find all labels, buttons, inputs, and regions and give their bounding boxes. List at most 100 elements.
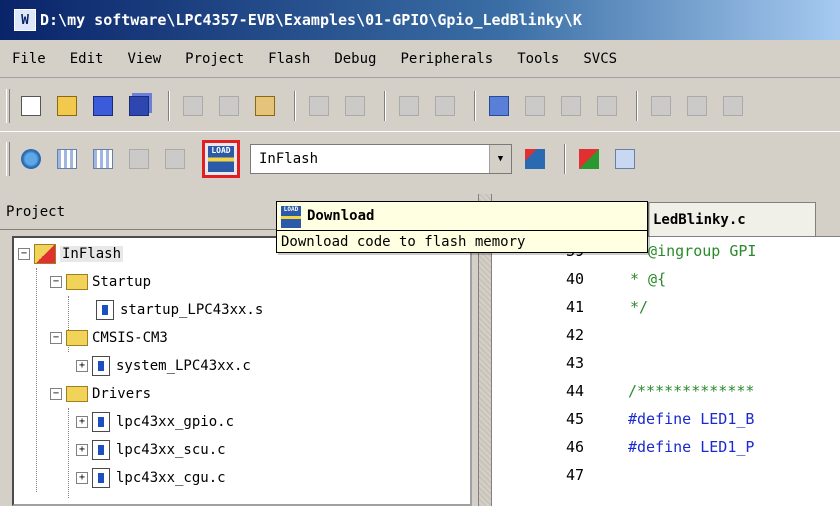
collapse-icon[interactable]: −: [50, 276, 62, 288]
line-number: 40: [565, 270, 584, 288]
project-panel-title: Project: [6, 203, 66, 220]
code-text: /*************: [628, 382, 755, 400]
line-number: 43: [565, 354, 584, 372]
toolbar-grip[interactable]: [6, 142, 10, 176]
menu-flash[interactable]: Flash: [268, 51, 310, 67]
manage-components-icon: [579, 149, 599, 169]
manage-components-button[interactable]: [574, 143, 604, 175]
comment-button[interactable]: [718, 90, 748, 122]
bookmark-flag-icon: [489, 95, 509, 116]
tree-group-node[interactable]: − Drivers: [50, 380, 151, 408]
menu-bar: File Edit View Project Flash Debug Perip…: [0, 40, 840, 78]
tree-group-node[interactable]: − Startup: [50, 268, 151, 296]
paste-button[interactable]: [250, 90, 280, 122]
bookmark-button[interactable]: [484, 90, 514, 122]
open-file-button[interactable]: [52, 90, 82, 122]
indent-button[interactable]: [646, 90, 676, 122]
folder-icon: [66, 274, 88, 290]
tree-file-label: lpc43xx_gpio.c: [116, 414, 235, 430]
save-button[interactable]: [88, 90, 118, 122]
expand-icon[interactable]: +: [76, 472, 88, 484]
line-number: 45: [565, 410, 584, 428]
translate-button[interactable]: [16, 143, 46, 175]
unindent-icon: [687, 95, 707, 116]
folder-icon: [66, 330, 88, 346]
menu-peripherals[interactable]: Peripherals: [400, 51, 493, 67]
menu-file[interactable]: File: [12, 51, 46, 67]
clear-bookmarks-button[interactable]: [592, 90, 622, 122]
navigate-forward-button[interactable]: [430, 90, 460, 122]
prev-bookmark-button[interactable]: [520, 90, 550, 122]
undo-button[interactable]: [304, 90, 334, 122]
tree-file-node[interactable]: + lpc43xx_cgu.c: [76, 464, 226, 492]
collapse-icon[interactable]: −: [50, 332, 62, 344]
tree-file-node[interactable]: + lpc43xx_scu.c: [76, 436, 226, 464]
build-icon: [57, 149, 77, 169]
tree-file-node[interactable]: startup_LPC43xx.s: [96, 296, 263, 324]
expand-icon[interactable]: +: [76, 444, 88, 456]
code-text: #define LED1_B: [628, 410, 755, 428]
tree-file-node[interactable]: + system_LPC43xx.c: [76, 352, 251, 380]
translate-icon: [21, 149, 41, 169]
tooltip-title: Download: [307, 208, 375, 224]
menu-view[interactable]: View: [127, 51, 161, 67]
toolbar-separator: [294, 90, 296, 121]
editor-tab[interactable]: LedBlinky.c: [648, 202, 816, 236]
batch-build-button[interactable]: [124, 143, 154, 175]
rebuild-button[interactable]: [88, 143, 118, 175]
tree-file-label: system_LPC43xx.c: [116, 358, 251, 374]
collapse-icon[interactable]: −: [50, 388, 62, 400]
tree-group-node[interactable]: − CMSIS-CM3: [50, 324, 168, 352]
prev-bookmark-icon: [525, 95, 545, 116]
collapse-icon[interactable]: −: [18, 248, 30, 260]
expand-icon[interactable]: +: [76, 360, 88, 372]
rebuild-icon: [93, 149, 113, 169]
cut-button[interactable]: [178, 90, 208, 122]
menu-tools[interactable]: Tools: [517, 51, 559, 67]
title-bar: W D:\my software\LPC4357-EVB\Examples\01…: [0, 0, 840, 40]
code-text: */: [630, 298, 649, 316]
navigate-back-button[interactable]: [394, 90, 424, 122]
tree-target-node[interactable]: − InFlash: [18, 240, 124, 268]
expand-icon[interactable]: +: [76, 416, 88, 428]
select-packs-button[interactable]: [610, 143, 640, 175]
project-tree: − InFlash − Startup startup_LPC43xx.s − …: [12, 236, 472, 506]
copy-button[interactable]: [214, 90, 244, 122]
code-editor[interactable]: 39 * @ingroup GPI 40 * @{ 41 */ 42 43 44…: [492, 236, 840, 506]
uvision-app-icon[interactable]: W: [14, 9, 36, 31]
code-text: * @{: [630, 270, 667, 288]
stop-build-button[interactable]: [160, 143, 190, 175]
new-file-button[interactable]: [16, 90, 46, 122]
download-button[interactable]: LOAD: [202, 140, 240, 178]
editor-tab-label: LedBlinky.c: [653, 211, 746, 228]
line-number: 47: [565, 466, 584, 484]
line-number: 44: [565, 382, 584, 400]
tree-target-label: InFlash: [60, 246, 124, 262]
indent-icon: [651, 95, 671, 116]
tree-file-node[interactable]: + lpc43xx_gpio.c: [76, 408, 234, 436]
menu-debug[interactable]: Debug: [334, 51, 376, 67]
build-toolbar: LOAD InFlash ▼: [0, 132, 840, 186]
menu-edit[interactable]: Edit: [70, 51, 104, 67]
build-button[interactable]: [52, 143, 82, 175]
target-select[interactable]: InFlash ▼: [250, 144, 512, 174]
redo-button[interactable]: [340, 90, 370, 122]
standard-toolbar: [0, 80, 840, 132]
unindent-button[interactable]: [682, 90, 712, 122]
menu-svcs[interactable]: SVCS: [583, 51, 617, 67]
fold-strip: [604, 237, 620, 506]
magic-wand-icon: [525, 149, 545, 169]
comment-icon: [723, 95, 743, 116]
undo-icon: [309, 95, 329, 116]
tree-file-label: lpc43xx_cgu.c: [116, 470, 226, 486]
toolbar-grip[interactable]: [6, 88, 10, 123]
chevron-down-icon[interactable]: ▼: [489, 145, 511, 173]
tree-group-label: Startup: [92, 274, 152, 290]
target-options-button[interactable]: [520, 143, 550, 175]
next-bookmark-button[interactable]: [556, 90, 586, 122]
tooltip-description: Download code to flash memory: [277, 230, 647, 252]
tree-connector: [36, 268, 37, 492]
arrow-left-icon: [399, 95, 419, 116]
menu-project[interactable]: Project: [185, 51, 244, 67]
save-all-button[interactable]: [124, 90, 154, 122]
